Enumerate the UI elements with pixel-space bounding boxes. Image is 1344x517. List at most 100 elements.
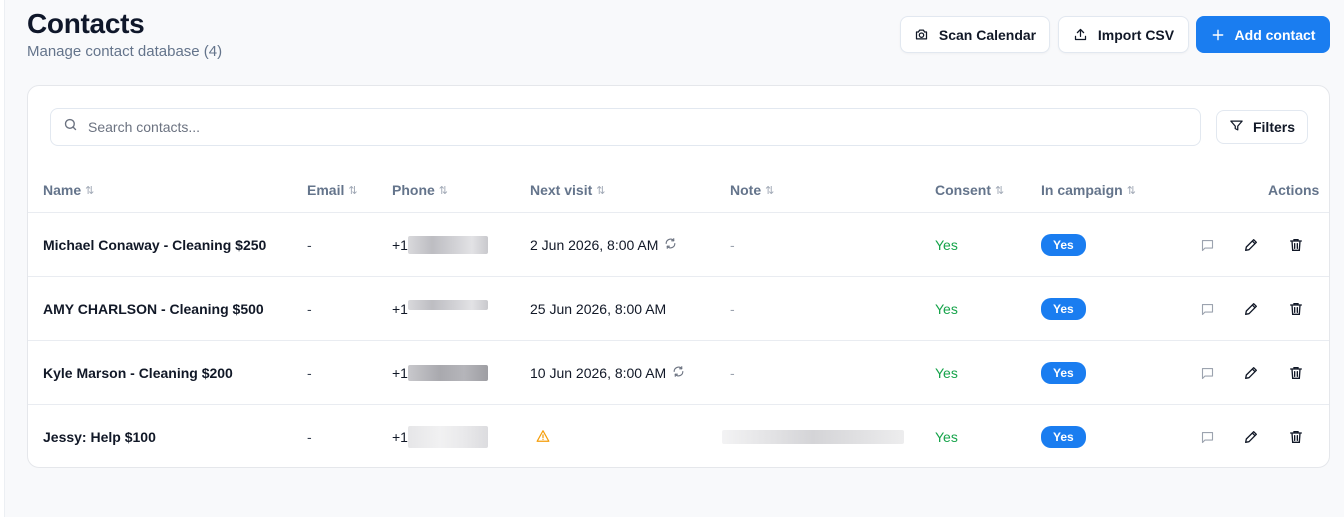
delete-trash-icon[interactable] <box>1286 363 1306 383</box>
message-icon[interactable] <box>1197 235 1217 255</box>
contact-note: - <box>730 365 735 381</box>
contact-email: - <box>307 301 312 317</box>
next-visit-date: 10 Jun 2026, 8:00 AM <box>530 365 667 381</box>
table-row[interactable]: AMY CHARLSON - Cleaning $500 - +1 25 Jun… <box>28 276 1329 340</box>
scan-calendar-label: Scan Calendar <box>938 26 1037 43</box>
contacts-card: Filters Name⇅ Email⇅ Phone⇅ Next visit⇅ … <box>27 85 1330 468</box>
column-header-note-label: Note <box>730 182 762 198</box>
column-header-phone-label: Phone <box>392 182 435 198</box>
column-header-in-campaign[interactable]: In campaign ⇅ <box>1041 182 1136 198</box>
contact-email: - <box>307 237 312 253</box>
column-header-name[interactable]: Name ⇅ <box>43 182 94 198</box>
contact-note: - <box>730 301 735 317</box>
column-header-email[interactable]: Email ⇅ <box>307 182 358 198</box>
column-header-note[interactable]: Note ⇅ <box>730 182 774 198</box>
table-row[interactable]: Michael Conaway - Cleaning $250 - +1 2 J… <box>28 212 1329 276</box>
message-icon[interactable] <box>1197 363 1217 383</box>
repeat-icon <box>672 365 685 381</box>
page-title: Contacts <box>27 8 145 39</box>
column-header-email-label: Email <box>307 182 345 198</box>
next-visit-date: 2 Jun 2026, 8:00 AM <box>530 237 659 253</box>
contact-phone: +1 <box>392 341 488 405</box>
sort-icon: ⇅ <box>765 184 775 197</box>
column-header-name-label: Name <box>43 182 82 198</box>
sort-icon: ⇅ <box>1126 184 1136 197</box>
delete-trash-icon[interactable] <box>1286 235 1306 255</box>
contact-name: Jessy: Help $100 <box>43 429 156 445</box>
sort-icon: ⇅ <box>596 184 606 197</box>
add-contact-button[interactable]: Add contact <box>1196 16 1330 53</box>
plus-icon <box>1211 28 1225 42</box>
search-box <box>50 108 1201 146</box>
edit-pencil-icon[interactable] <box>1241 235 1261 255</box>
phone-prefix: +1 <box>392 429 408 445</box>
next-visit-cell <box>530 405 550 469</box>
sort-icon: ⇅ <box>348 184 358 197</box>
page-subtitle: Manage contact database (4) <box>27 43 223 60</box>
redacted-note <box>722 430 904 444</box>
contact-email: - <box>307 365 312 381</box>
phone-prefix: +1 <box>392 301 408 317</box>
sort-icon: ⇅ <box>85 184 95 197</box>
column-header-next-visit[interactable]: Next visit ⇅ <box>530 182 605 198</box>
sort-icon: ⇅ <box>995 184 1005 197</box>
consent-value: Yes <box>935 365 958 381</box>
contact-email: - <box>307 429 312 445</box>
campaign-badge: Yes <box>1041 362 1086 384</box>
message-icon[interactable] <box>1197 299 1217 319</box>
message-icon[interactable] <box>1197 427 1217 447</box>
campaign-badge: Yes <box>1041 426 1086 448</box>
redacted-phone <box>407 365 488 381</box>
contact-note: - <box>730 237 735 253</box>
consent-value: Yes <box>935 237 958 253</box>
next-visit-date: 25 Jun 2026, 8:00 AM <box>530 301 667 317</box>
upload-icon <box>1073 27 1088 42</box>
column-header-in-campaign-label: In campaign <box>1041 182 1123 198</box>
column-header-next-visit-label: Next visit <box>530 182 593 198</box>
import-csv-button[interactable]: Import CSV <box>1058 16 1189 53</box>
campaign-cell: Yes <box>1041 405 1086 469</box>
redacted-phone <box>407 426 488 448</box>
contact-phone: +1 <box>392 405 488 469</box>
scan-calendar-button[interactable]: Scan Calendar <box>900 16 1050 53</box>
repeat-icon <box>664 237 677 253</box>
sort-icon: ⇅ <box>438 184 448 197</box>
campaign-cell: Yes <box>1041 277 1086 341</box>
next-visit-cell: 25 Jun 2026, 8:00 AM <box>530 277 666 341</box>
table-row[interactable]: Kyle Marson - Cleaning $200 - +1 10 Jun … <box>28 340 1329 404</box>
contact-phone: +1 <box>392 277 488 341</box>
consent-value: Yes <box>935 429 958 445</box>
search-input[interactable] <box>88 119 1178 135</box>
filters-button[interactable]: Filters <box>1216 110 1308 144</box>
phone-prefix: +1 <box>392 365 408 381</box>
filters-label: Filters <box>1252 119 1295 135</box>
import-csv-label: Import CSV <box>1097 26 1175 43</box>
campaign-cell: Yes <box>1041 341 1086 405</box>
delete-trash-icon[interactable] <box>1286 299 1306 319</box>
redacted-phone <box>407 236 488 254</box>
add-contact-label: Add contact <box>1234 26 1316 43</box>
contact-note <box>722 405 904 469</box>
contact-name: AMY CHARLSON - Cleaning $500 <box>43 301 264 317</box>
next-visit-cell: 10 Jun 2026, 8:00 AM <box>530 341 685 405</box>
delete-trash-icon[interactable] <box>1286 427 1306 447</box>
column-header-actions: Actions <box>1268 182 1319 198</box>
column-header-consent[interactable]: Consent ⇅ <box>935 182 1004 198</box>
contact-phone: +1 <box>392 213 488 277</box>
left-panel-edge <box>0 0 5 517</box>
phone-prefix: +1 <box>392 237 408 253</box>
camera-icon <box>914 27 929 42</box>
edit-pencil-icon[interactable] <box>1241 363 1261 383</box>
contact-name: Kyle Marson - Cleaning $200 <box>43 365 233 381</box>
edit-pencil-icon[interactable] <box>1241 299 1261 319</box>
redacted-phone <box>407 300 488 310</box>
table-row[interactable]: Jessy: Help $100 - +1 Yes Yes <box>28 404 1329 468</box>
warning-icon <box>536 429 550 446</box>
column-header-consent-label: Consent <box>935 182 991 198</box>
campaign-badge: Yes <box>1041 234 1086 256</box>
edit-pencil-icon[interactable] <box>1241 427 1261 447</box>
column-header-phone[interactable]: Phone ⇅ <box>392 182 448 198</box>
contact-name: Michael Conaway - Cleaning $250 <box>43 237 267 253</box>
column-header-actions-label: Actions <box>1268 182 1320 198</box>
campaign-cell: Yes <box>1041 213 1086 277</box>
